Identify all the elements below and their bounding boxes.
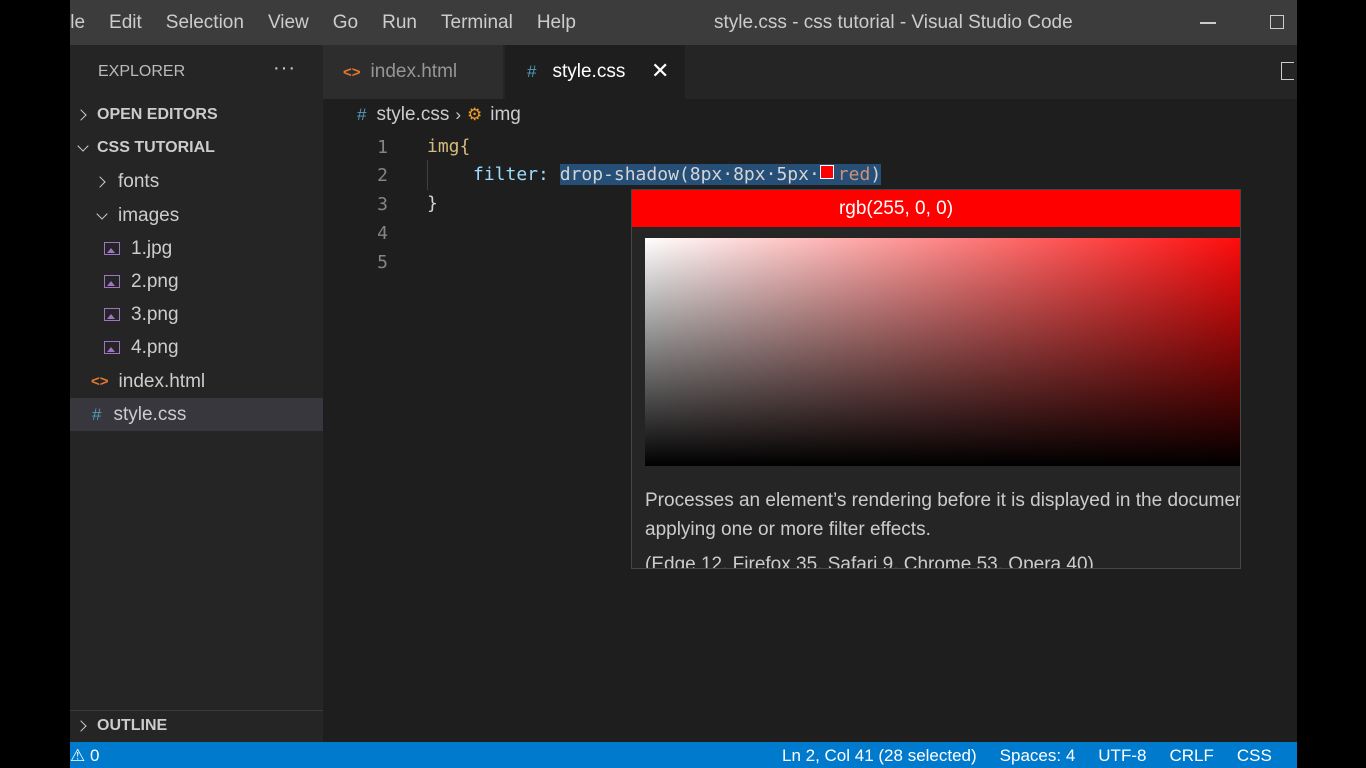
menu-go[interactable]: Go xyxy=(321,12,370,34)
menu-selection[interactable]: Selection xyxy=(154,12,256,34)
chevron-right-icon xyxy=(94,175,106,188)
folder-label: images xyxy=(118,204,180,226)
line-number: 3 xyxy=(377,194,388,215)
image-file-icon xyxy=(104,341,120,354)
color-label: rgb(255, 0, 0) xyxy=(838,197,954,219)
file-label: 3.png xyxy=(131,303,179,325)
chevron-right-icon xyxy=(75,109,87,121)
chevron-down-icon xyxy=(96,207,108,220)
outline-label: OUTLINE xyxy=(97,717,168,734)
open-editors-label: OPEN EDITORS xyxy=(97,106,218,123)
chevron-right-icon: › xyxy=(455,105,461,124)
color-preview[interactable]: rgb(255, 0, 0) xyxy=(632,190,1240,227)
css-tutorial-section[interactable]: CSS TUTORIAL xyxy=(70,133,323,163)
line-number: 5 xyxy=(377,252,388,273)
menu-run[interactable]: Run xyxy=(370,12,429,34)
color-picker-hover: rgb(255, 0, 0) Processes an element’s re… xyxy=(631,189,1241,569)
menu-edit[interactable]: Edit xyxy=(97,12,154,34)
editor-tabs: <> index.html # style.css ✕ xyxy=(323,45,1297,99)
open-editors-section[interactable]: OPEN EDITORS xyxy=(70,100,323,130)
menu-view[interactable]: View xyxy=(256,12,321,34)
file-3-png[interactable]: 3.png xyxy=(70,298,323,331)
image-file-icon xyxy=(104,308,120,321)
color-value-token: red xyxy=(837,164,871,185)
code-line-2: filter: drop-shadow(8px·8px·5px· red) xyxy=(473,164,882,185)
folder-images[interactable]: images xyxy=(70,199,323,232)
status-right: Ln 2, Col 41 (28 selected) Spaces: 4 UTF… xyxy=(782,746,1295,766)
brace-token: } xyxy=(427,193,438,214)
file-2-png[interactable]: 2.png xyxy=(70,265,323,298)
file-label: 2.png xyxy=(131,270,179,292)
symbol-class-icon: ⚙ xyxy=(467,105,483,124)
menu-file[interactable]: ile xyxy=(70,12,97,34)
file-label: 4.png xyxy=(131,336,179,358)
line-number: 1 xyxy=(377,137,388,158)
breadcrumb: # style.css › ⚙ img xyxy=(357,104,521,126)
file-index-html[interactable]: <> index.html xyxy=(70,365,323,398)
indentation[interactable]: Spaces: 4 xyxy=(1000,746,1076,766)
line-ending[interactable]: CRLF xyxy=(1169,746,1213,766)
menu-help[interactable]: Help xyxy=(525,12,588,34)
line-number: 2 xyxy=(377,165,388,186)
cursor-position[interactable]: Ln 2, Col 41 (28 selected) xyxy=(782,746,977,766)
title-bar: ile Edit Selection View Go Run Terminal … xyxy=(70,0,1297,45)
maximize-icon[interactable] xyxy=(1270,15,1284,29)
tab-index-html[interactable]: <> index.html xyxy=(323,45,503,99)
image-file-icon xyxy=(104,242,120,255)
indent-guide xyxy=(427,160,428,190)
folder-label: fonts xyxy=(118,170,160,192)
file-label: style.css xyxy=(113,403,187,425)
file-4-png[interactable]: 4.png xyxy=(70,331,323,364)
css-file-icon: # xyxy=(92,404,102,424)
outline-section[interactable]: OUTLINE xyxy=(70,710,323,741)
file-label: 1.jpg xyxy=(131,237,173,259)
css-file-icon: # xyxy=(527,62,537,81)
status-bar: ⚠ 0 Ln 2, Col 41 (28 selected) Spaces: 4… xyxy=(70,742,1297,768)
html-file-icon: <> xyxy=(343,63,361,81)
minimize-icon[interactable] xyxy=(1200,22,1216,24)
menu-terminal[interactable]: Terminal xyxy=(429,12,525,34)
split-editor-icon[interactable] xyxy=(1281,62,1294,80)
html-file-icon: <> xyxy=(91,373,109,390)
menu-bar: ile Edit Selection View Go Run Terminal … xyxy=(70,0,588,45)
function-token: drop-shadow(8px·8px·5px· xyxy=(559,164,820,185)
sidebar-title: EXPLORER xyxy=(98,63,186,80)
folder-fonts[interactable]: fonts xyxy=(70,165,323,198)
tab-label: style.css xyxy=(552,61,626,82)
saturation-box[interactable] xyxy=(645,238,1240,466)
chevron-right-icon xyxy=(75,720,87,732)
hover-description: Processes an element’s rendering before … xyxy=(645,490,1241,540)
close-icon[interactable]: ✕ xyxy=(651,58,669,84)
color-swatch-icon[interactable] xyxy=(819,165,834,179)
breadcrumb-symbol[interactable]: img xyxy=(490,104,521,126)
file-1-jpg[interactable]: 1.jpg xyxy=(70,232,323,265)
code-line-1: img{ xyxy=(427,136,470,157)
image-file-icon xyxy=(104,275,120,288)
paren-token: ) xyxy=(870,164,882,185)
property-token: filter: xyxy=(473,164,549,185)
language-mode[interactable]: CSS xyxy=(1237,746,1272,766)
breadcrumb-file[interactable]: style.css xyxy=(376,104,449,126)
explorer-sidebar: EXPLORER ··· OPEN EDITORS CSS TUTORIAL f… xyxy=(70,45,323,742)
project-label: CSS TUTORIAL xyxy=(97,139,215,156)
browser-compat: (Edge 12, Firefox 35, Safari 9, Chrome 5… xyxy=(645,554,1094,569)
file-style-css[interactable]: # style.css xyxy=(70,398,323,431)
window-title: style.css - css tutorial - Visual Studio… xyxy=(714,12,1073,33)
tab-style-css[interactable]: # style.css ✕ xyxy=(505,45,685,99)
tab-label: index.html xyxy=(370,61,458,82)
code-line-3: } xyxy=(427,193,438,214)
css-file-icon: # xyxy=(357,105,367,124)
chevron-down-icon xyxy=(77,140,89,152)
encoding[interactable]: UTF-8 xyxy=(1098,746,1146,766)
selector-token: img{ xyxy=(427,136,471,157)
file-label: index.html xyxy=(118,370,206,392)
vscode-window: ile Edit Selection View Go Run Terminal … xyxy=(70,0,1297,768)
problems-indicator[interactable]: ⚠ 0 xyxy=(70,746,99,766)
line-number: 4 xyxy=(377,223,388,244)
selected-value: drop-shadow(8px·8px·5px· red) xyxy=(559,164,882,185)
more-actions-icon[interactable]: ··· xyxy=(273,57,296,80)
